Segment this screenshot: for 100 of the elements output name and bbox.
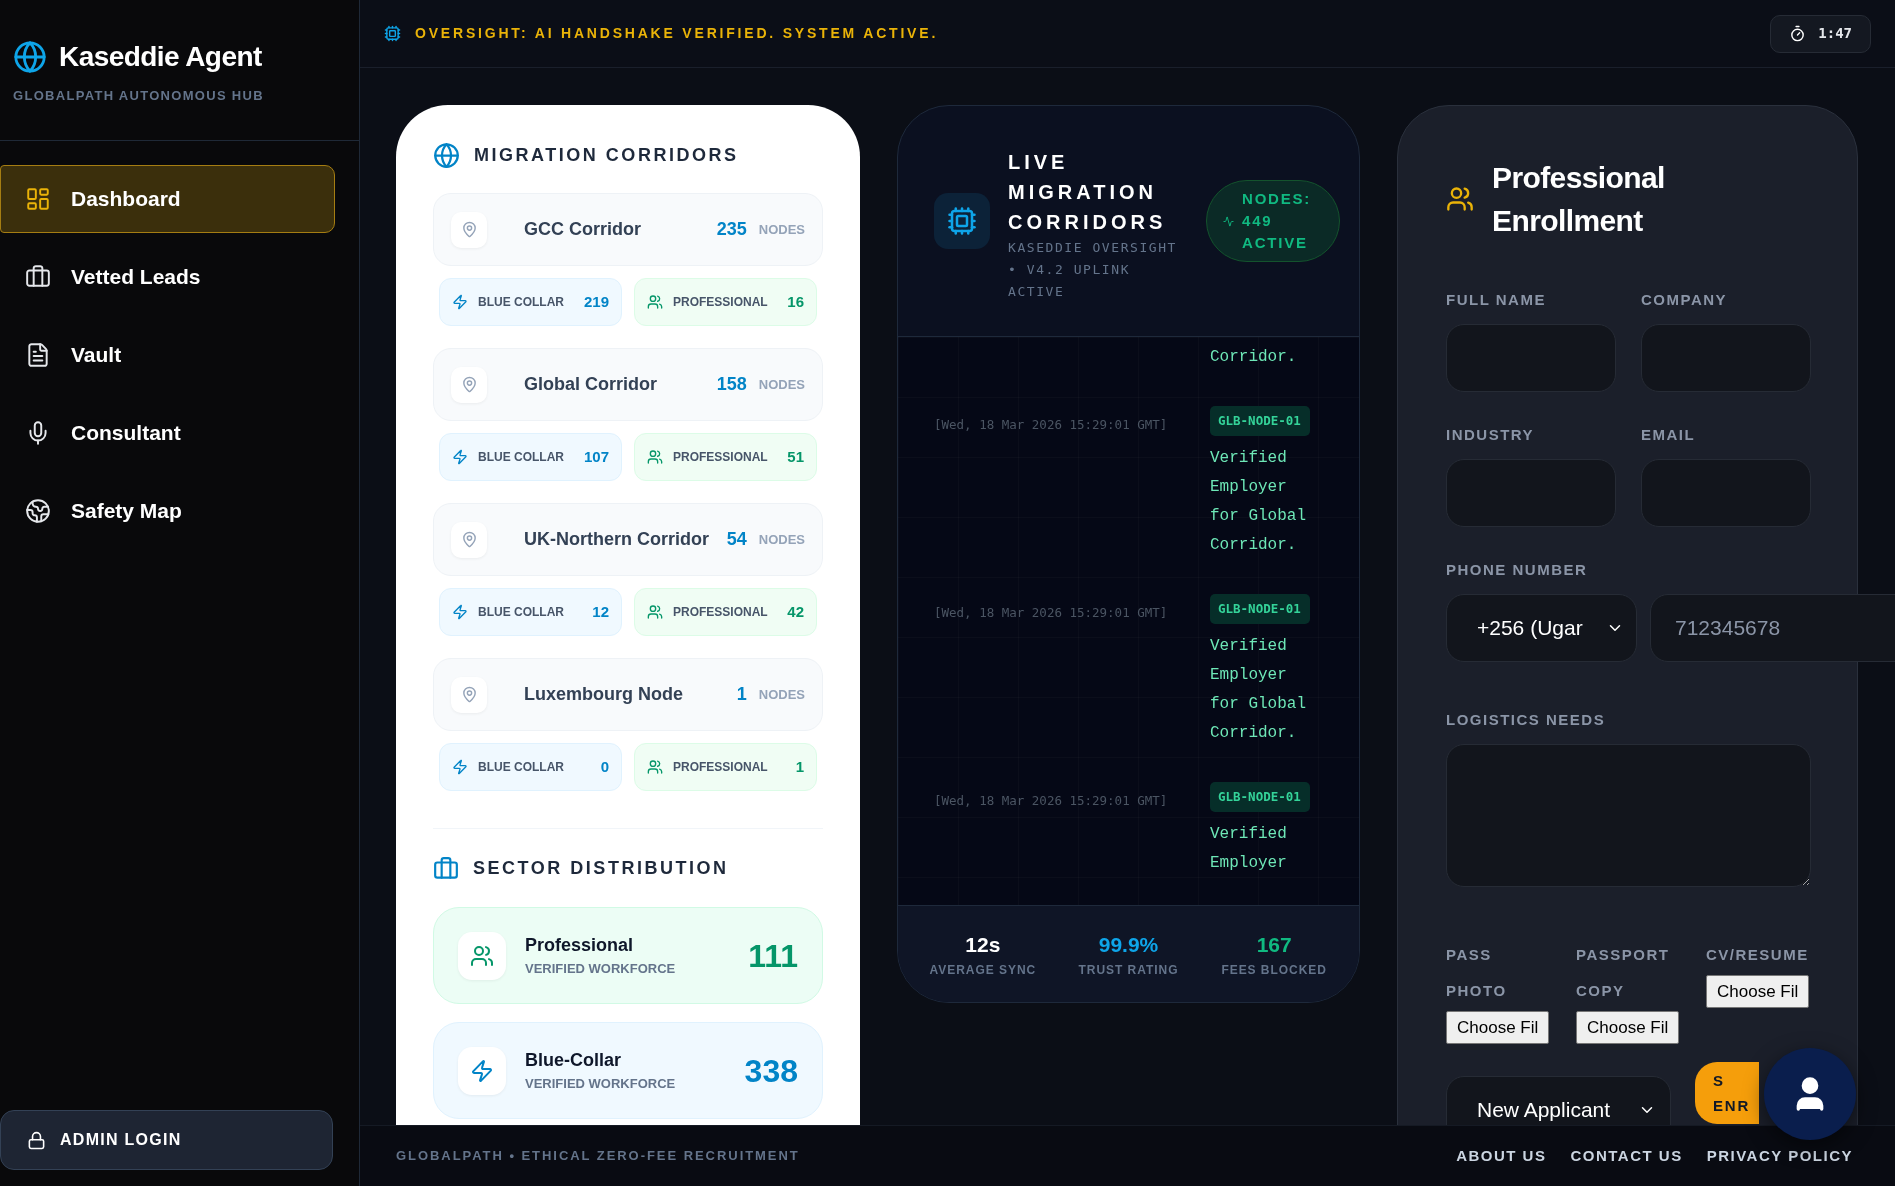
stat-value: 99.9%: [1098, 932, 1159, 959]
text-field[interactable]: [1446, 324, 1616, 392]
log-message: Verified Employer: [1210, 824, 1288, 874]
bolt-icon: [452, 294, 468, 310]
node-tag: GLB-NODE-01: [1210, 594, 1310, 624]
lock-icon: [27, 1130, 46, 1150]
field-label: COMPANY: [1641, 290, 1729, 310]
field-label: CV/RESUME: [1706, 945, 1809, 965]
corridor-row[interactable]: GCC Corridor 235 NODES: [433, 193, 823, 266]
corridor-row[interactable]: Global Corridor 158 NODES: [433, 348, 823, 421]
field-label: EMAIL: [1641, 425, 1697, 445]
chip-label: BLUE COLLAR: [478, 604, 565, 621]
chip-value: 51: [787, 446, 804, 467]
choose-file-button[interactable]: Choose Fil: [1446, 1011, 1550, 1044]
globe-icon: [25, 497, 51, 524]
nav-item[interactable]: Dashboard: [0, 164, 335, 233]
corridor-name: GCC Corridor: [524, 218, 642, 241]
field-label: LOGISTICS NEEDS: [1446, 710, 1607, 730]
globe-icon: [13, 40, 47, 74]
section-title: SECTOR DISTRIBUTION: [473, 857, 729, 880]
dashboard-icon: [25, 185, 51, 212]
field-label: PASS PHOTO: [1446, 945, 1508, 1001]
logistics-field[interactable]: [1446, 744, 1811, 887]
section-title: MIGRATION CORRIDORS: [474, 144, 739, 167]
nav-item[interactable]: Safety Map: [0, 476, 335, 545]
node-count: 54: [726, 528, 747, 551]
briefcase-icon: [25, 263, 51, 290]
nav-item[interactable]: Vault: [0, 320, 335, 389]
chip-label: BLUE COLLAR: [478, 294, 565, 311]
stat-label: TRUST RATING: [1078, 961, 1179, 979]
admin-login-button[interactable]: ADMIN LOGIN: [0, 1110, 333, 1170]
bolt-icon: [470, 1058, 494, 1083]
document-icon: [25, 341, 51, 368]
footer-link[interactable]: ABOUT US: [1456, 1144, 1547, 1168]
node-tag: GLB-NODE-01: [1210, 406, 1310, 436]
log-message: Verified Employer for Global Corridor.: [1210, 636, 1307, 744]
nav-item[interactable]: Consultant: [0, 398, 335, 467]
briefcase-icon: [433, 855, 459, 882]
chip-label: BLUE COLLAR: [478, 759, 565, 776]
chip-value: 1: [795, 756, 804, 777]
country-code-select[interactable]: +256 (Ugar: [1446, 594, 1637, 662]
stopwatch-icon: [1789, 25, 1807, 42]
sector-caption: VERIFIED WORKFORCE: [525, 1075, 677, 1094]
globe-icon: [433, 142, 460, 169]
badge-text: NODES: 449 ACTIVE: [1242, 189, 1313, 253]
sector-value: 338: [744, 1051, 798, 1091]
choose-file-button[interactable]: Choose Fil: [1576, 1011, 1680, 1044]
field-label: PASSPORT COPY: [1576, 945, 1671, 1001]
pin-icon: [460, 376, 478, 393]
node-count: 158: [716, 373, 747, 396]
phone-field[interactable]: 712345678: [1650, 594, 1895, 662]
people-icon: [1446, 185, 1474, 213]
corridor-name: UK-Northern Corridor: [524, 528, 710, 551]
chip-value: 107: [583, 446, 609, 467]
sector-name: Professional: [525, 934, 635, 958]
sector-value: 111: [748, 936, 798, 976]
stat-label: AVERAGE SYNC: [929, 961, 1037, 979]
text-field[interactable]: [1641, 459, 1811, 527]
corridor-row[interactable]: Luxembourg Node 1 NODES: [433, 658, 823, 731]
footer-link[interactable]: CONTACT US: [1570, 1144, 1683, 1168]
node-count: 1: [736, 683, 747, 706]
nav-item[interactable]: Vetted Leads: [0, 242, 335, 311]
status-message: OVERSIGHT: AI HANDSHAKE VERIFIED. SYSTEM ACTIVE.: [415, 24, 940, 43]
submit-button[interactable]: S ENR: [1695, 1062, 1759, 1124]
footer-link[interactable]: PRIVACY POLICY: [1706, 1144, 1853, 1168]
chip-icon: [384, 25, 401, 42]
bolt-icon: [452, 604, 468, 620]
pin-icon: [460, 686, 478, 703]
field-label: INDUSTRY: [1446, 425, 1536, 445]
chip-label: PROFESSIONAL: [673, 294, 769, 311]
pulse-icon: [1223, 215, 1234, 227]
text-field[interactable]: [1641, 324, 1811, 392]
timer-text: 1:47: [1818, 24, 1852, 43]
app-tagline: GLOBALPATH AUTONOMOUS HUB: [13, 87, 265, 105]
chip-value: 16: [787, 291, 804, 312]
log-message: Verified Employer for Global Corridor.: [1210, 448, 1307, 556]
text-field[interactable]: [1446, 459, 1616, 527]
field-label: FULL NAME: [1446, 290, 1547, 310]
stat-value: 12s: [965, 932, 1001, 959]
choose-file-button[interactable]: Choose Fil: [1706, 975, 1810, 1008]
bolt-icon: [452, 759, 468, 775]
node-count: 235: [716, 218, 747, 241]
field-label: PHONE NUMBER: [1446, 560, 1589, 580]
chip-label: PROFESSIONAL: [673, 449, 769, 466]
applicant-type-select[interactable]: New Applicant: [1446, 1076, 1671, 1125]
corridor-row[interactable]: UK-Northern Corridor 54 NODES: [433, 503, 823, 576]
card-subtitle: KASEDDIE OVERSIGHT • V4.2 UPLINK ACTIVE: [1008, 239, 1178, 301]
node-unit: NODES: [758, 220, 805, 239]
people-icon: [647, 759, 663, 775]
pin-icon: [460, 531, 478, 548]
card-title: LIVE MIGRATION CORRIDORS: [1008, 150, 1168, 235]
people-icon: [647, 449, 663, 465]
node-tag: GLB-NODE-01: [1210, 782, 1310, 812]
chip-label: PROFESSIONAL: [673, 759, 769, 776]
stat-label: FEES BLOCKED: [1221, 961, 1327, 979]
people-icon: [647, 294, 663, 310]
log-timestamp: [Wed, 18 Mar 2026 15:29:01 GMT]: [934, 605, 1168, 620]
stat-value: 167: [1256, 932, 1292, 959]
chip-value: 12: [592, 601, 609, 622]
corridor-name: Luxembourg Node: [524, 683, 684, 706]
